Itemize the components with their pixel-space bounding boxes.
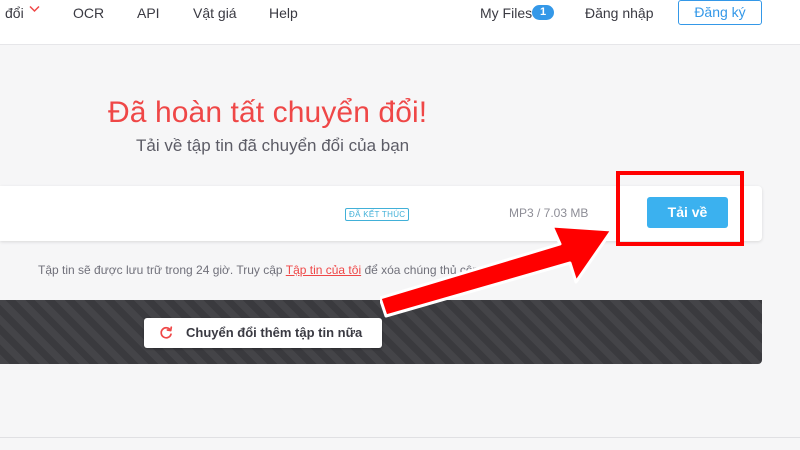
annotation-arrow — [380, 224, 614, 318]
nav-help[interactable]: Help — [269, 5, 298, 21]
retention-note-text: Tập tin sẽ được lưu trữ trong 24 giờ. Tr… — [38, 263, 286, 277]
nav-convert[interactable]: đổi — [5, 5, 24, 21]
signup-button[interactable]: Đăng ký — [678, 0, 762, 25]
divider — [0, 437, 800, 438]
my-files-link[interactable]: Tập tin của tôi — [286, 263, 361, 277]
convert-more-button[interactable]: Chuyển đổi thêm tập tin nữa — [144, 318, 382, 348]
nav-ocr[interactable]: OCR — [73, 5, 104, 21]
my-files-count-badge: 1 — [532, 5, 554, 20]
refresh-icon — [160, 326, 173, 339]
top-nav: đổi OCR API Vật giá Help My Files 1 Đăng… — [0, 0, 800, 45]
file-format-size: MP3 / 7.03 MB — [509, 206, 589, 220]
nav-my-files[interactable]: My Files — [480, 5, 532, 21]
convert-more-label: Chuyển đổi thêm tập tin nữa — [186, 325, 363, 340]
highlight-box — [616, 171, 744, 246]
nav-pricing[interactable]: Vật giá — [193, 5, 237, 21]
page-title: Đã hoàn tất chuyển đổi! — [108, 96, 428, 129]
page-subtitle: Tải về tập tin đã chuyển đổi của bạn — [136, 136, 410, 155]
nav-api[interactable]: API — [137, 5, 160, 21]
chevron-down-icon[interactable] — [29, 5, 40, 13]
nav-login[interactable]: Đăng nhập — [585, 5, 654, 21]
